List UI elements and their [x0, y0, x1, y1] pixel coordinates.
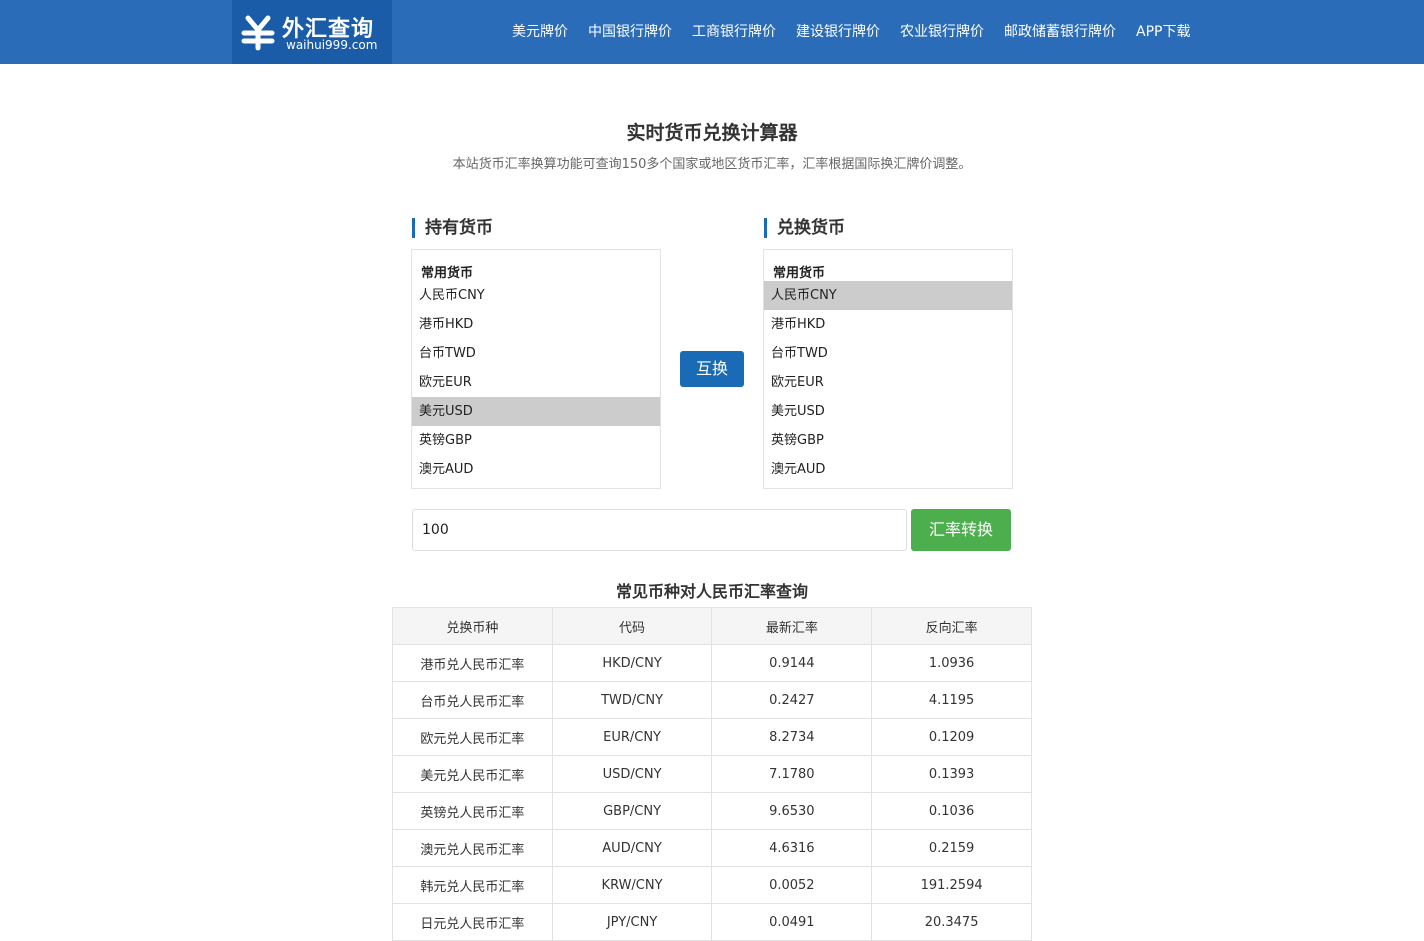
table-row: 澳元兑人民币汇率 AUD/CNY 4.6316 0.2159 [392, 829, 1032, 867]
table-cell[interactable]: 日元兑人民币汇率 [392, 903, 553, 941]
nav-app-download[interactable]: APP下载 [1136, 0, 1190, 64]
table-row: 英镑兑人民币汇率 GBP/CNY 9.6530 0.1036 [392, 792, 1032, 830]
column-header: 最新汇率 [711, 607, 873, 645]
top-navbar: 外汇查询 waihui999.com 美元牌价 中国银行牌价 工商银行牌价 建设… [0, 0, 1424, 64]
nav-psbc-rate[interactable]: 邮政储蓄银行牌价 [1004, 0, 1116, 64]
table-row: 港币兑人民币汇率 HKD/CNY 0.9144 1.0936 [392, 644, 1032, 682]
from-group-label: 常用货币 [421, 266, 474, 281]
from-currency-label: 持有货币 [412, 218, 493, 238]
table-cell: 9.6530 [711, 792, 873, 830]
site-logo[interactable]: 外汇查询 waihui999.com [232, 0, 392, 64]
from-option-cny[interactable]: 人民币CNY [412, 281, 660, 310]
from-option-aud[interactable]: 澳元AUD [412, 455, 660, 484]
from-option-gbp[interactable]: 英镑GBP [412, 426, 660, 455]
to-option-cny[interactable]: 人民币CNY [764, 281, 1012, 310]
rates-table-title: 常见币种对人民币汇率查询 [615, 582, 808, 601]
table-cell[interactable]: 澳元兑人民币汇率 [392, 829, 553, 867]
table-cell: 0.9144 [711, 644, 873, 682]
table-cell: 8.2734 [711, 718, 873, 756]
table-cell[interactable]: 英镑兑人民币汇率 [392, 792, 553, 830]
table-cell: TWD/CNY [551, 681, 713, 719]
nav-ccb-rate[interactable]: 建设银行牌价 [796, 0, 880, 64]
convert-button[interactable]: 汇率转换 [911, 509, 1011, 551]
table-header-row: 兑换币种 代码 最新汇率 反向汇率 [392, 607, 1032, 645]
table-cell: 0.0052 [711, 866, 873, 904]
to-option-gbp[interactable]: 英镑GBP [764, 426, 1012, 455]
table-cell: 1.0936 [871, 644, 1032, 682]
table-row: 韩元兑人民币汇率 KRW/CNY 0.0052 191.2594 [392, 866, 1032, 904]
rates-table: 兑换币种 代码 最新汇率 反向汇率 港币兑人民币汇率 HKD/CNY 0.914… [392, 607, 1032, 941]
table-cell: GBP/CNY [551, 792, 713, 830]
table-cell: 4.1195 [871, 681, 1032, 719]
table-row: 日元兑人民币汇率 JPY/CNY 0.0491 20.3475 [392, 903, 1032, 941]
to-group-label: 常用货币 [773, 266, 826, 281]
to-option-twd[interactable]: 台币TWD [764, 339, 1012, 368]
nav-abc-rate[interactable]: 农业银行牌价 [900, 0, 984, 64]
table-cell: AUD/CNY [551, 829, 713, 867]
table-cell: 0.1036 [871, 792, 1032, 830]
logo-subtitle: waihui999.com [286, 38, 378, 52]
column-header: 代码 [551, 607, 713, 645]
nav-usd-rate[interactable]: 美元牌价 [512, 0, 568, 64]
table-cell: 0.1209 [871, 718, 1032, 756]
from-option-eur[interactable]: 欧元EUR [412, 368, 660, 397]
from-option-hkd[interactable]: 港币HKD [412, 310, 660, 339]
table-cell: 7.1780 [711, 755, 873, 793]
to-currency-label: 兑换货币 [764, 218, 845, 238]
yen-logo-icon [241, 15, 275, 51]
table-cell: 191.2594 [871, 866, 1032, 904]
from-option-usd[interactable]: 美元USD [412, 397, 660, 426]
column-header: 兑换币种 [392, 607, 553, 645]
from-currency-select[interactable]: 常用货币 人民币CNY 港币HKD 台币TWD 欧元EUR 美元USD 英镑GB… [411, 249, 661, 489]
from-option-twd[interactable]: 台币TWD [412, 339, 660, 368]
table-cell: USD/CNY [551, 755, 713, 793]
table-cell[interactable]: 台币兑人民币汇率 [392, 681, 553, 719]
table-cell: 0.0491 [711, 903, 873, 941]
to-currency-select[interactable]: 常用货币 人民币CNY 港币HKD 台币TWD 欧元EUR 美元USD 英镑GB… [763, 249, 1013, 489]
page-title: 实时货币兑换计算器 [626, 122, 798, 144]
table-cell[interactable]: 欧元兑人民币汇率 [392, 718, 553, 756]
table-cell: HKD/CNY [551, 644, 713, 682]
swap-button[interactable]: 互换 [680, 351, 744, 387]
table-cell: 0.2159 [871, 829, 1032, 867]
nav-boc-rate[interactable]: 中国银行牌价 [588, 0, 672, 64]
to-option-aud[interactable]: 澳元AUD [764, 455, 1012, 484]
table-cell[interactable]: 港币兑人民币汇率 [392, 644, 553, 682]
column-header: 反向汇率 [871, 607, 1032, 645]
table-cell: 20.3475 [871, 903, 1032, 941]
table-cell[interactable]: 美元兑人民币汇率 [392, 755, 553, 793]
to-option-usd[interactable]: 美元USD [764, 397, 1012, 426]
table-cell: 0.1393 [871, 755, 1032, 793]
table-cell: JPY/CNY [551, 903, 713, 941]
table-cell[interactable]: 韩元兑人民币汇率 [392, 866, 553, 904]
to-option-eur[interactable]: 欧元EUR [764, 368, 1012, 397]
table-cell: 0.2427 [711, 681, 873, 719]
table-cell: 4.6316 [711, 829, 873, 867]
nav-icbc-rate[interactable]: 工商银行牌价 [692, 0, 776, 64]
amount-input[interactable] [412, 509, 907, 551]
page-description: 本站货币汇率换算功能可查询150多个国家或地区货币汇率，汇率根据国际换汇牌价调整… [452, 157, 972, 172]
table-row: 美元兑人民币汇率 USD/CNY 7.1780 0.1393 [392, 755, 1032, 793]
table-row: 台币兑人民币汇率 TWD/CNY 0.2427 4.1195 [392, 681, 1032, 719]
table-cell: KRW/CNY [551, 866, 713, 904]
to-option-hkd[interactable]: 港币HKD [764, 310, 1012, 339]
table-cell: EUR/CNY [551, 718, 713, 756]
table-row: 欧元兑人民币汇率 EUR/CNY 8.2734 0.1209 [392, 718, 1032, 756]
